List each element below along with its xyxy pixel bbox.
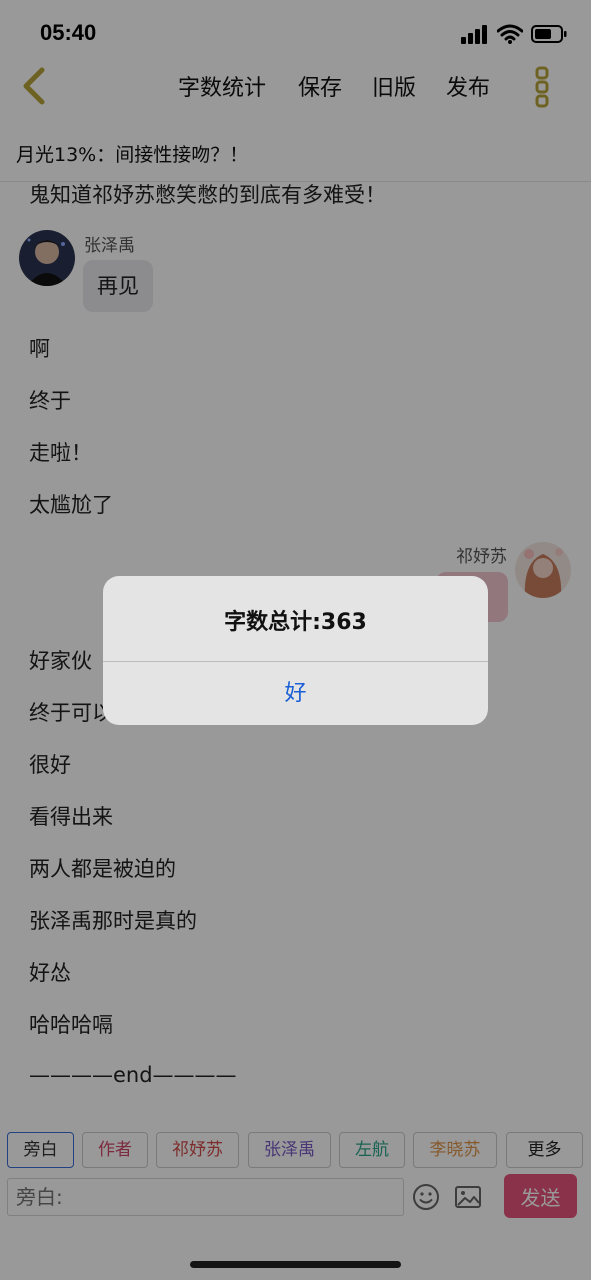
dialog-message: 字数总计:363 [224, 610, 367, 635]
dialog-ok-button[interactable]: 好 [103, 662, 488, 725]
word-count-dialog: 字数总计:363 好 [103, 576, 488, 725]
